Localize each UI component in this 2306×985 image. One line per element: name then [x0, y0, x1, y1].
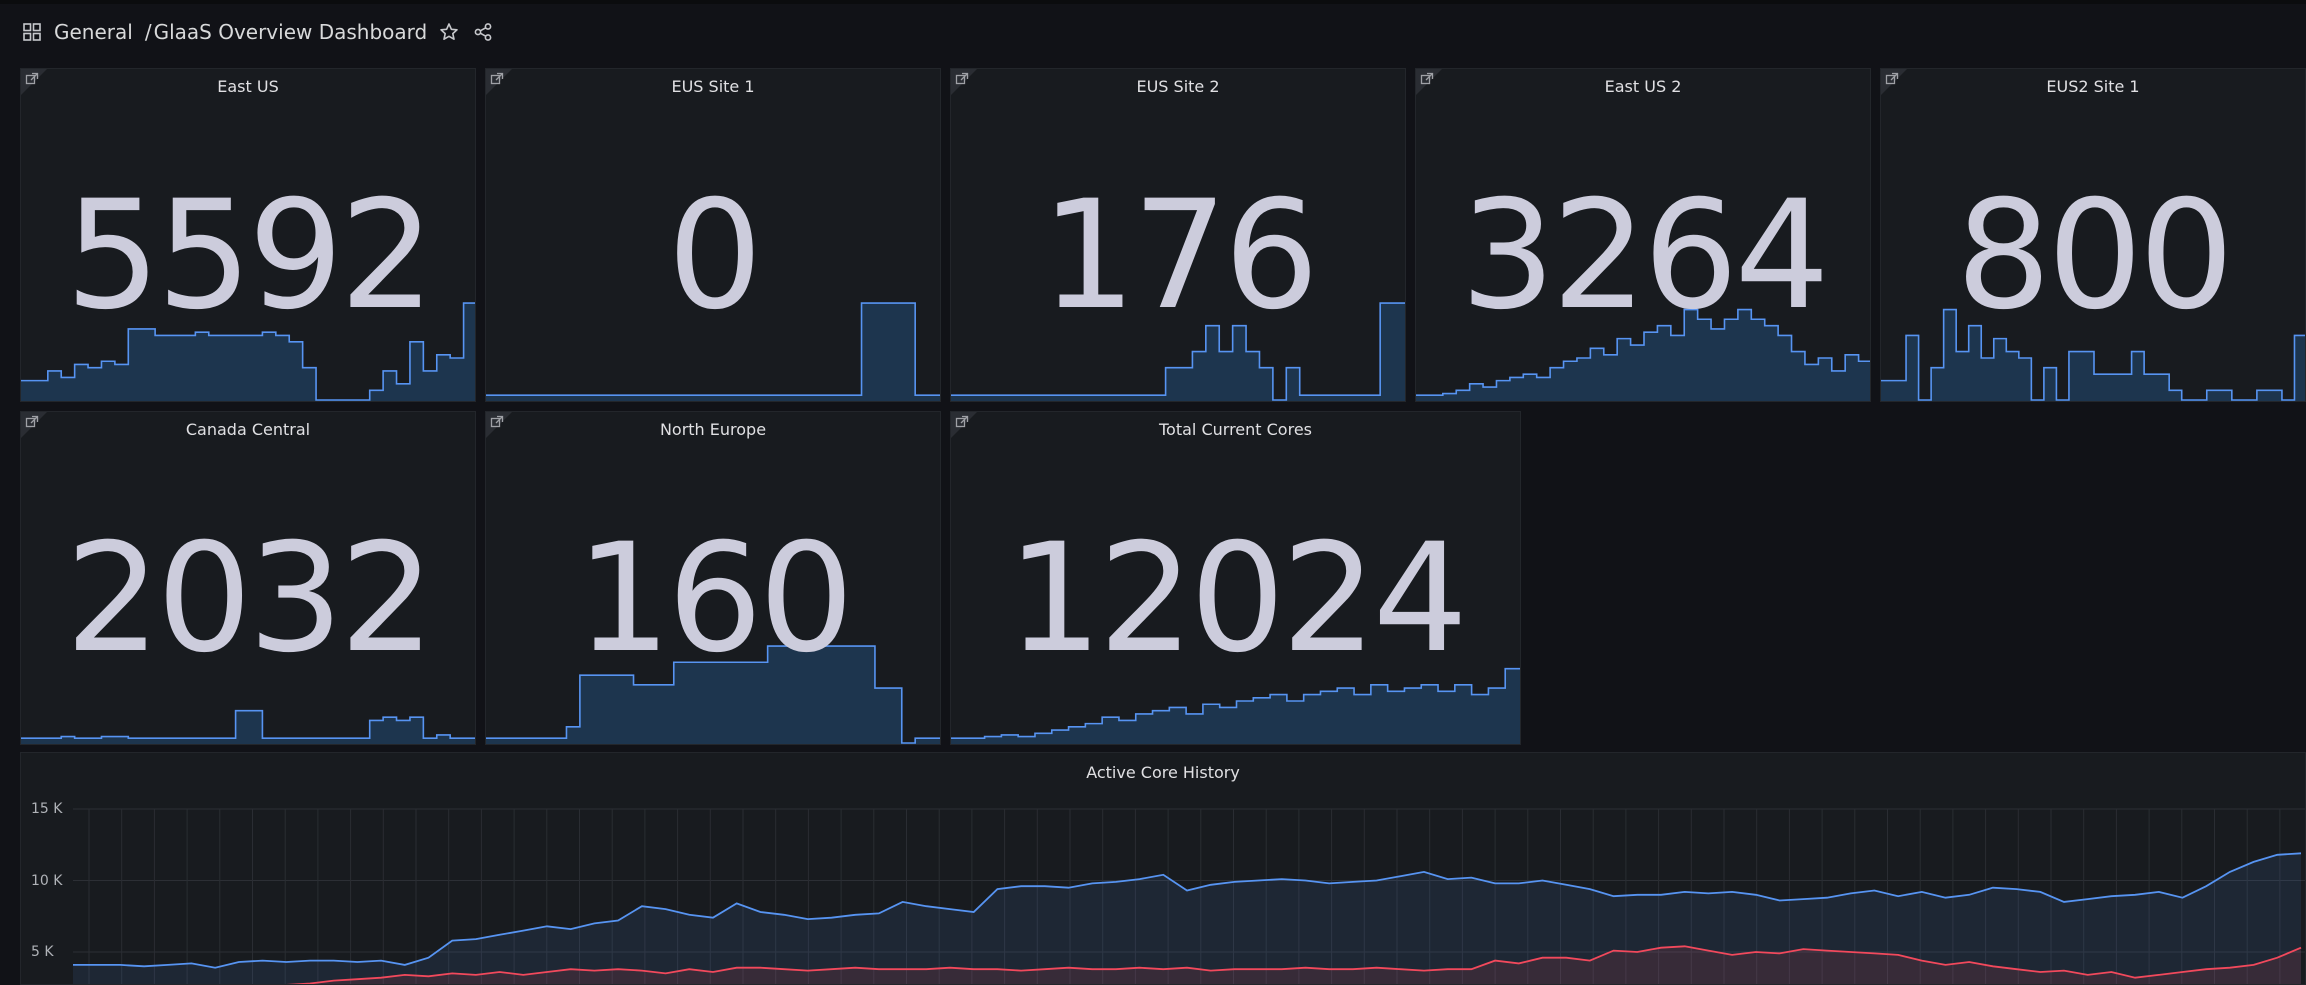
stat-panel-north-europe[interactable]: North Europe 160 [485, 411, 941, 745]
grid-icon[interactable] [20, 20, 44, 44]
dashboard-title[interactable]: GlaaS Overview Dashboard [154, 20, 428, 44]
stat-value: 176 [1040, 169, 1319, 343]
panel-title: EUS Site 1 [671, 77, 755, 96]
history-chart [73, 808, 2305, 984]
stat-value: 12024 [1006, 512, 1468, 686]
breadcrumb-folder[interactable]: General [54, 20, 133, 44]
panel-title: EUS Site 2 [1136, 77, 1220, 96]
stat-value: 800 [1955, 169, 2234, 343]
breadcrumb-separator: / [144, 20, 152, 44]
active-core-history-panel[interactable]: Active Core History 15 K 10 K 5 K [20, 752, 2306, 985]
stat-panel-eus2-site-1[interactable]: EUS2 Site 1 800 [1880, 68, 2306, 402]
stat-panel-canada-central[interactable]: Canada Central 2032 [20, 411, 476, 745]
stat-value: 5592 [65, 169, 435, 343]
panel-title: EUS2 Site 1 [2046, 77, 2140, 96]
stat-panel-eus-site-2[interactable]: EUS Site 2 176 [950, 68, 1406, 402]
panel-title: North Europe [659, 420, 767, 439]
panel-title: East US 2 [1604, 77, 1682, 96]
stat-value: 0 [667, 169, 762, 343]
stat-panel-total-current-cores[interactable]: Total Current Cores 12024 [950, 411, 1521, 745]
stat-value: 2032 [65, 512, 435, 686]
dashboard-header: General / GlaaS Overview Dashboard [0, 0, 2306, 66]
share-icon[interactable] [471, 20, 495, 44]
star-icon[interactable] [437, 20, 461, 44]
stat-panel-east-us[interactable]: East US 5592 [20, 68, 476, 402]
stat-panel-east-us-2[interactable]: East US 2 3264 [1415, 68, 1871, 402]
stat-panel-eus-site-1[interactable]: EUS Site 1 0 [485, 68, 941, 402]
panel-title: Canada Central [185, 420, 311, 439]
stat-value: 3264 [1460, 169, 1830, 343]
stat-value: 160 [575, 512, 854, 686]
panel-title: East US [217, 77, 279, 96]
breadcrumb: General / GlaaS Overview Dashboard [20, 20, 495, 44]
panel-title: Total Current Cores [1159, 420, 1312, 439]
